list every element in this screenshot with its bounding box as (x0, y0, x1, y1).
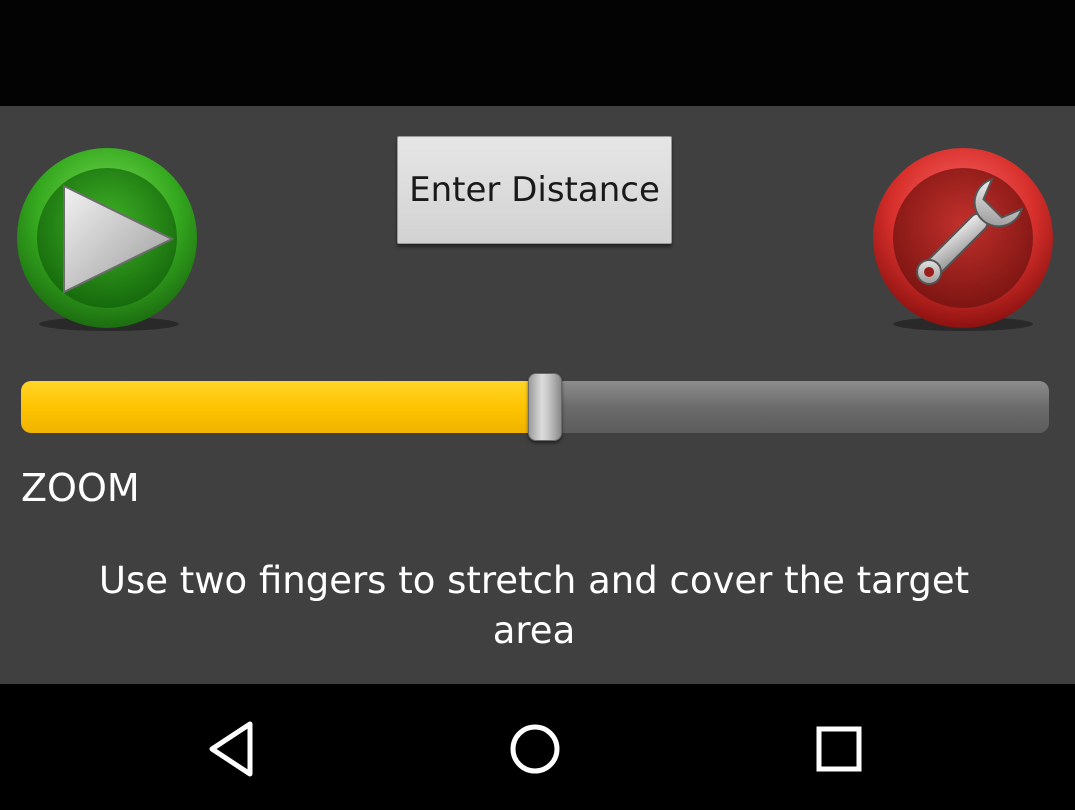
play-icon (17, 148, 197, 331)
main-content: Enter Distance ZOOM Use two fingers to s… (0, 106, 1075, 684)
recent-apps-button[interactable] (804, 714, 874, 784)
zoom-slider-fill (21, 381, 546, 433)
instruction-text: Use two fingers to stretch and cover the… (98, 559, 970, 652)
back-button[interactable] (198, 714, 268, 784)
zoom-slider[interactable] (21, 373, 1049, 441)
settings-button[interactable] (868, 146, 1058, 336)
home-icon (510, 724, 560, 774)
status-bar (0, 0, 1075, 106)
home-button[interactable] (500, 714, 570, 784)
wrench-icon (873, 148, 1053, 331)
play-button[interactable] (12, 146, 202, 336)
recent-apps-icon (816, 726, 862, 772)
back-icon (209, 721, 253, 777)
enter-distance-label: Enter Distance (409, 170, 660, 210)
navigation-bar (0, 684, 1075, 810)
zoom-label: ZOOM (21, 466, 140, 510)
zoom-slider-thumb[interactable] (528, 373, 563, 441)
enter-distance-button[interactable]: Enter Distance (397, 136, 672, 244)
